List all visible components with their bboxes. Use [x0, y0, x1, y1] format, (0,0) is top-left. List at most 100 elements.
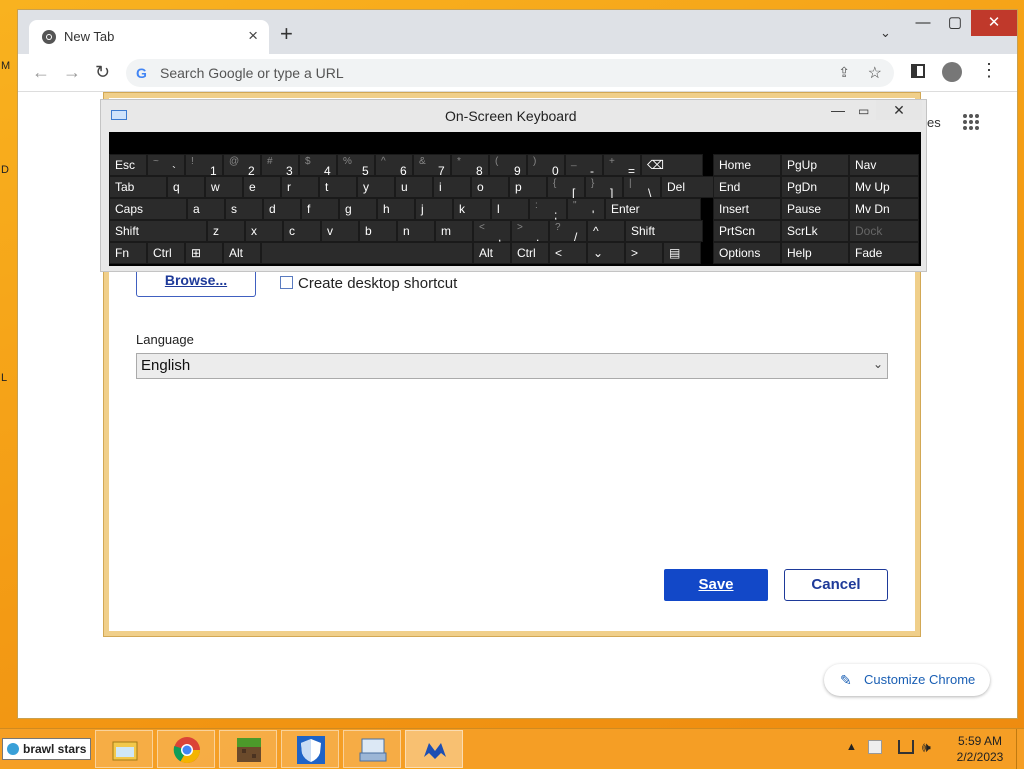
action-center-icon[interactable] [868, 740, 882, 754]
osk-key-2[interactable]: @2 [223, 154, 261, 178]
tray-overflow-icon[interactable]: ▲ [846, 741, 857, 753]
osk-key-v[interactable]: v [321, 220, 359, 242]
tab-search-icon[interactable]: ⌄ [880, 25, 891, 41]
customize-chrome-button[interactable]: ✎ Customize Chrome [824, 664, 990, 696]
osk-key-u[interactable]: u [395, 176, 433, 198]
osk-key-x[interactable]: x [245, 220, 283, 242]
osk-key-t[interactable]: t [319, 176, 357, 198]
profile-avatar[interactable] [942, 62, 962, 82]
osk-key-scrlk[interactable]: ScrLk [781, 220, 849, 242]
osk-key-h[interactable]: h [377, 198, 415, 220]
osk-key-6[interactable]: ^ 6 [375, 154, 413, 178]
osk-key-mvup[interactable]: Mv Up [849, 176, 919, 198]
window-close-button[interactable]: ✕ [971, 10, 1017, 36]
osk-key-prtscn[interactable]: PrtScn [713, 220, 781, 242]
show-desktop-button[interactable] [1016, 729, 1024, 769]
osk-key-n[interactable]: n [397, 220, 435, 242]
osk-key-a[interactable]: a [187, 198, 225, 220]
osk-key-symbol[interactable]: ⌫ [641, 154, 703, 176]
back-button[interactable]: ← [32, 62, 50, 83]
osk-key-fade[interactable]: Fade [849, 242, 919, 264]
osk-key-symbol[interactable]: >. [511, 220, 549, 244]
osk-key-symbol[interactable]: <, [473, 220, 511, 244]
osk-key-symbol[interactable]: {[ [547, 176, 585, 200]
osk-key-shift[interactable]: Shift [109, 220, 207, 242]
osk-key-tab[interactable]: Tab [109, 176, 167, 198]
cancel-button[interactable]: Cancel [784, 569, 888, 601]
osk-key-3[interactable]: #3 [261, 154, 299, 178]
taskbar-clock[interactable]: 5:59 AM 2/2/2023 [950, 733, 1010, 765]
osk-key-symbol[interactable]: | \ [623, 176, 661, 200]
osk-key-insert[interactable]: Insert [713, 198, 781, 220]
osk-key-dock[interactable]: Dock [849, 220, 919, 242]
osk-key-end[interactable]: End [713, 176, 781, 198]
osk-key-f[interactable]: f [301, 198, 339, 220]
osk-key-m[interactable]: m [435, 220, 473, 242]
osk-key-0[interactable]: ) 0 [527, 154, 565, 178]
share-icon[interactable]: ⇪ [838, 64, 850, 81]
osk-key-symbol[interactable]: ▤ [663, 242, 701, 264]
tab-new-tab[interactable]: New Tab × [29, 20, 269, 54]
osk-key-l[interactable]: l [491, 198, 529, 220]
osk-key-esc[interactable]: Esc [109, 154, 147, 176]
osk-key-symbol[interactable]: _ - [565, 154, 603, 178]
save-button[interactable]: Save [664, 569, 768, 601]
osk-key-alt[interactable]: Alt [473, 242, 511, 264]
osk-key-e[interactable]: e [243, 176, 281, 198]
osk-key-symbol[interactable]: ? / [549, 220, 587, 244]
osk-key-d[interactable]: d [263, 198, 301, 220]
osk-close-button[interactable]: ✕ [876, 100, 922, 120]
osk-key-g[interactable]: g [339, 198, 377, 220]
osk-key-symbol[interactable]: ⌄ [587, 242, 625, 264]
desktop-shortcut-option[interactable]: Create desktop shortcut [280, 275, 457, 292]
osk-key-symbol[interactable]: ⊞ [185, 242, 223, 264]
tab-close-icon[interactable]: × [248, 26, 258, 46]
window-maximize-button[interactable]: ▢ [938, 10, 972, 36]
osk-key-alt[interactable]: Alt [223, 242, 261, 264]
taskbar-onscreen-keyboard[interactable] [343, 730, 401, 768]
osk-key-pgdn[interactable]: PgDn [781, 176, 849, 198]
new-tab-button[interactable]: + [280, 23, 293, 45]
forward-button[interactable]: → [63, 62, 81, 83]
osk-key-enter[interactable]: Enter [605, 198, 701, 220]
osk-key-home[interactable]: Home [713, 154, 781, 176]
taskbar-search-box[interactable]: brawl stars [2, 738, 91, 760]
osk-key-mvdn[interactable]: Mv Dn [849, 198, 919, 220]
osk-key-fn[interactable]: Fn [109, 242, 147, 264]
taskbar-file-explorer[interactable] [95, 730, 153, 768]
osk-key-ctrl[interactable]: Ctrl [511, 242, 549, 264]
osk-key-y[interactable]: y [357, 176, 395, 198]
osk-key-del[interactable]: Del [661, 176, 717, 198]
osk-key-nav[interactable]: Nav [849, 154, 919, 176]
osk-key-symbol[interactable]: ~ ` [147, 154, 185, 178]
bookmark-star-icon[interactable]: ☆ [868, 63, 882, 83]
osk-key-i[interactable]: i [433, 176, 471, 198]
osk-key-k[interactable]: k [453, 198, 491, 220]
osk-key-pgup[interactable]: PgUp [781, 154, 849, 176]
osk-key-space[interactable] [261, 242, 473, 264]
osk-key-j[interactable]: j [415, 198, 453, 220]
osk-key-symbol[interactable]: ^ [587, 220, 625, 242]
apps-grid-icon[interactable] [962, 113, 980, 131]
osk-maximize-button[interactable]: ▭ [858, 104, 869, 118]
taskbar-minecraft[interactable] [219, 730, 277, 768]
osk-key-5[interactable]: % 5 [337, 154, 375, 178]
osk-key-r[interactable]: r [281, 176, 319, 198]
osk-key-shift[interactable]: Shift [625, 220, 703, 242]
osk-key-8[interactable]: * 8 [451, 154, 489, 178]
network-icon[interactable] [898, 740, 914, 754]
osk-key-w[interactable]: w [205, 176, 243, 198]
osk-key-symbol[interactable]: > [625, 242, 663, 264]
taskbar-app[interactable] [405, 730, 463, 768]
osk-key-z[interactable]: z [207, 220, 245, 242]
osk-key-symbol[interactable]: :; [529, 198, 567, 222]
address-bar[interactable]: G Search Google or type a URL ⇪ ☆ [126, 59, 894, 87]
window-minimize-button[interactable]: — [906, 10, 940, 36]
osk-key-q[interactable]: q [167, 176, 205, 198]
desktop-shortcut-checkbox[interactable] [280, 276, 293, 289]
osk-key-o[interactable]: o [471, 176, 509, 198]
osk-key-p[interactable]: p [509, 176, 547, 198]
taskbar-defender[interactable] [281, 730, 339, 768]
osk-key-caps[interactable]: Caps [109, 198, 187, 220]
osk-key-symbol[interactable]: < [549, 242, 587, 264]
